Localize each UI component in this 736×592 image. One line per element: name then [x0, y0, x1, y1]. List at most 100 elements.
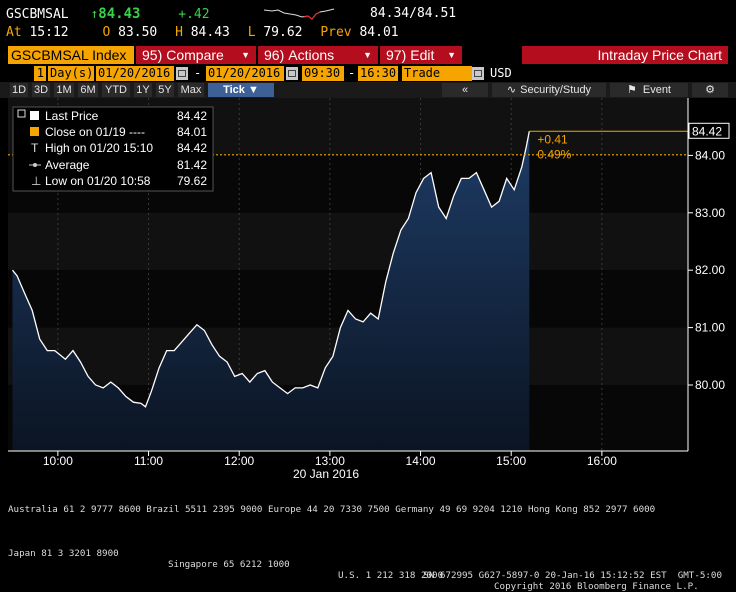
- tab-1d[interactable]: 1D: [10, 83, 28, 97]
- calendar-icon[interactable]: [176, 67, 188, 80]
- legend-value-high: 84.42: [177, 141, 207, 155]
- edit-number: 97): [386, 47, 407, 63]
- open-label: O: [102, 25, 111, 40]
- period-unit-select[interactable]: Day(s): [48, 66, 94, 81]
- tab-5y[interactable]: 5Y: [156, 83, 174, 97]
- low-label: L: [247, 25, 256, 40]
- actions-menu[interactable]: 96) Actions ▼: [258, 46, 378, 64]
- legend-value-low: 79.62: [177, 174, 207, 188]
- y-tick-label: 84.00: [695, 148, 725, 162]
- date-separator: -: [194, 66, 202, 80]
- tab-tick[interactable]: Tick ▼: [208, 83, 274, 97]
- x-tick-label: 12:00: [224, 454, 254, 468]
- collapse-button[interactable]: «: [442, 83, 488, 97]
- x-tick-label: 10:00: [43, 454, 73, 468]
- edit-label: Edit: [410, 47, 435, 63]
- currency-label: USD: [490, 66, 512, 80]
- actions-label: Actions: [288, 47, 335, 63]
- x-tick-label: 15:00: [496, 454, 526, 468]
- footer-copyright: Copyright 2016 Bloomberg Finance L.P.: [494, 581, 699, 592]
- compare-menu[interactable]: 95) Compare ▼: [136, 46, 256, 64]
- chevron-down-icon[interactable]: [472, 67, 484, 80]
- time-separator: -: [348, 66, 356, 80]
- legend-label-low: Low on 01/20 10:58: [45, 174, 151, 188]
- last-price: 84.43: [98, 6, 141, 22]
- period-tabs: 1D 3D 1M 6M YTD 1Y 5Y Max Tick ▼ « ∿ Secu…: [0, 82, 736, 98]
- legend-swatch-close: [30, 127, 39, 136]
- footer-singapore: Singapore 65 6212 1000: [168, 559, 290, 570]
- header-line-2: At 15:12 O 83.50 H 84.43 L 79.62 Prev 84…: [6, 25, 399, 40]
- security-study-label: Security/Study: [520, 84, 592, 96]
- y-tick-label: 83.00: [695, 206, 725, 220]
- tab-6m[interactable]: 6M: [78, 83, 98, 97]
- last-price-tag: 84.42: [688, 122, 730, 139]
- event-button[interactable]: ⚑ Event: [610, 83, 688, 97]
- legend-value-average: 81.42: [177, 158, 207, 172]
- chevron-down-icon: ▼: [363, 50, 372, 60]
- y-tick-label: 82.00: [695, 263, 725, 277]
- legend-label-high: High on 01/20 15:10: [45, 141, 153, 155]
- sparkline-icon: [264, 8, 335, 20]
- grid-band: [8, 212, 688, 271]
- x-tick-label: 14:00: [406, 454, 436, 468]
- tab-ytd[interactable]: YTD: [102, 83, 130, 97]
- tab-3d[interactable]: 3D: [32, 83, 50, 97]
- start-time-field[interactable]: 09:30: [302, 66, 344, 81]
- date-range-row: 1 Day(s) 01/20/2016 - 01/20/2016 09:30 -…: [0, 66, 736, 82]
- high-label: H: [175, 25, 183, 40]
- x-tick-label: 13:00: [315, 454, 345, 468]
- net-change: +.42: [178, 7, 210, 22]
- legend-label-average: Average: [45, 158, 90, 172]
- end-date-field[interactable]: 01/20/2016: [206, 66, 284, 81]
- low-value: 79.62: [263, 25, 303, 40]
- flag-icon: ⚑: [626, 84, 637, 96]
- legend-value-close: 84.01: [177, 125, 207, 139]
- period-count-field[interactable]: 1: [34, 66, 46, 81]
- tab-1y[interactable]: 1Y: [134, 83, 152, 97]
- date-label: 20 Jan 2016: [293, 467, 359, 481]
- actions-number: 96): [264, 47, 285, 63]
- security-study-button[interactable]: ∿ Security/Study: [492, 83, 606, 97]
- pct-change-annotation: 0.49%: [537, 147, 571, 161]
- at-label: At: [6, 25, 22, 40]
- x-tick-label: 16:00: [587, 454, 617, 468]
- legend-swatch-last: [30, 111, 39, 120]
- high-marker-icon: T: [31, 141, 39, 155]
- high-value: 84.43: [190, 25, 230, 40]
- security-field[interactable]: GSCBMSAL Index: [8, 46, 134, 64]
- x-tick-label: 11:00: [134, 454, 163, 468]
- gear-icon[interactable]: ⚙: [692, 83, 728, 97]
- tab-1m[interactable]: 1M: [54, 83, 74, 97]
- average-dot-icon: [33, 163, 37, 167]
- low-marker-icon: ⊥: [31, 174, 41, 188]
- last-price-tag-value: 84.42: [692, 124, 722, 138]
- prev-label: Prev: [320, 25, 352, 40]
- price-chart: +0.41 0.49% 80.00 81.00 82.00 83.00 84.00 10…: [0, 98, 736, 522]
- trade-mode-select[interactable]: Trade: [402, 66, 472, 81]
- ticker-symbol: GSCBMSAL: [6, 7, 69, 22]
- bid-ask: 84.34/84.51: [370, 6, 457, 21]
- compare-label: Compare: [166, 47, 224, 63]
- ticker-header: GSCBMSAL ↑84.43 +.42 84.34/84.51 At 15:1…: [0, 0, 736, 44]
- end-time-field[interactable]: 16:30: [358, 66, 398, 81]
- footer-us: U.S. 1 212 318 2000: [338, 570, 444, 581]
- start-date-field[interactable]: 01/20/2016: [96, 66, 174, 81]
- legend-label-close: Close on 01/19 ----: [45, 125, 148, 139]
- change-annotation: +0.41: [537, 132, 568, 146]
- chart-line-icon: ∿: [506, 84, 517, 96]
- chevron-down-icon: ▼: [447, 50, 456, 60]
- y-tick-label: 80.00: [695, 378, 725, 392]
- tab-max[interactable]: Max: [178, 83, 204, 97]
- legend-value-last: 84.42: [177, 109, 207, 123]
- y-tick-label: 81.00: [695, 321, 725, 335]
- footer-line-2: Japan 81 3 3201 8900 Singapore 65 6212 1…: [8, 537, 732, 592]
- chevron-down-icon: ▼: [241, 50, 250, 60]
- edit-menu[interactable]: 97) Edit ▼: [380, 46, 462, 64]
- compare-number: 95): [142, 47, 163, 63]
- menu-bar: GSCBMSAL Index 95) Compare ▼ 96) Actions ▼…: [0, 46, 736, 64]
- legend-label-last: Last Price: [45, 109, 99, 123]
- footer: Australia 61 2 9777 8600 Brazil 5511 239…: [8, 482, 732, 592]
- footer-phone-line: Australia 61 2 9777 8600 Brazil 5511 239…: [8, 504, 656, 515]
- calendar-icon[interactable]: [286, 67, 298, 80]
- footer-japan: Japan 81 3 3201 8900: [8, 548, 119, 559]
